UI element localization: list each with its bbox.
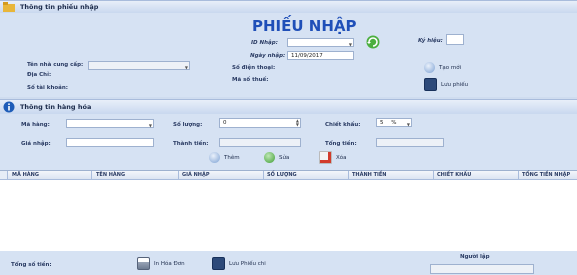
info-icon [3, 101, 15, 113]
plus-icon [209, 152, 220, 163]
chiet-khau-value: 5 [380, 120, 384, 126]
col-ten-hang[interactable]: TÊN HÀNG [96, 172, 125, 178]
save-icon [212, 257, 225, 270]
thanh-tien-label: Thành tiền: [173, 141, 209, 147]
col-so-luong[interactable]: SỐ LƯỢNG [267, 172, 297, 178]
xoa-label: Xóa [336, 154, 347, 161]
col-thanh-tien[interactable]: THÀNH TIỀN [352, 172, 386, 178]
col-tong-tien-nhap[interactable]: TỔNG TIỀN NHẬP [522, 172, 570, 178]
row-selector-column [0, 171, 8, 179]
section-header-hang-hoa: Thông tin hàng hóa [0, 99, 577, 115]
chevron-down-icon: ▼ [406, 122, 410, 127]
section-title: Thông tin hàng hóa [20, 103, 92, 111]
refresh-icon[interactable] [364, 35, 382, 49]
hang-hoa-panel: Mã hàng: ▼ Số lượng: 0 ▲ ▼ Chiết khấu: 5 … [0, 114, 577, 170]
ma-hang-select[interactable]: ▼ [66, 119, 154, 128]
tong-tien-label: Tổng tiền: [325, 141, 357, 147]
id-nhap-label: ID Nhập: [251, 40, 278, 46]
phieu-nhap-panel: PHIẾU NHẬP ID Nhập: ▼ Ngày nhập: 11/09/2… [0, 13, 577, 97]
luu-phieu-chi-button[interactable]: Lưu Phiếu chi [211, 257, 275, 270]
so-luong-stepper[interactable]: 0 ▲ ▼ [219, 118, 301, 128]
sdt-label: Số điện thoại: [232, 65, 276, 71]
ngay-nhap-field[interactable]: 11/09/2017 [287, 51, 354, 60]
chevron-down-icon: ▼ [148, 123, 152, 128]
footer-panel: Tổng số tiền: In Hóa Đơn Lưu Phiếu chi N… [0, 251, 577, 275]
chiet-khau-label: Chiết khấu: [325, 122, 361, 128]
so-tk-label: Số tài khoản: [27, 85, 68, 91]
so-luong-label: Số lượng: [173, 122, 203, 128]
tao-moi-label: Tạo mới [439, 64, 462, 71]
so-luong-value: 0 [223, 120, 227, 126]
luu-phieu-label: Lưu phiếu [441, 81, 469, 88]
them-button[interactable]: Thêm [208, 151, 252, 164]
chevron-down-icon: ▼ [348, 42, 352, 47]
them-label: Thêm [224, 154, 240, 161]
id-nhap-select[interactable]: ▼ [287, 38, 354, 47]
gia-nhap-field[interactable] [66, 138, 154, 147]
save-icon [424, 78, 437, 91]
folder-icon [3, 2, 15, 12]
spinner-arrows-icon[interactable]: ▲ ▼ [296, 119, 299, 127]
sua-button[interactable]: Sửa [263, 151, 303, 164]
ky-hieu-label: Ký hiệu: [418, 38, 443, 44]
gia-nhap-label: Giá nhập: [21, 141, 51, 147]
chiet-khau-unit: % [391, 120, 397, 126]
xoa-button[interactable]: Xóa [318, 151, 358, 164]
tong-tien-field [376, 138, 444, 147]
in-hoa-don-label: In Hóa Đơn [154, 260, 185, 267]
thanh-tien-field [219, 138, 301, 147]
ten-ncc-select[interactable]: ▼ [88, 61, 190, 70]
mst-label: Mã số thuế: [232, 77, 269, 83]
ten-ncc-label: Tên nhà cung cấp: [27, 62, 84, 68]
luu-phieu-button[interactable]: Lưu phiếu [423, 78, 475, 91]
col-ma-hang[interactable]: MÃ HÀNG [12, 172, 39, 178]
tao-moi-button[interactable]: Tạo mới [423, 61, 473, 74]
ky-hieu-field[interactable] [446, 34, 464, 45]
page-title: PHIẾU NHẬP [252, 17, 357, 35]
dia-chi-label: Địa Chỉ: [27, 72, 52, 78]
chevron-down-icon: ▼ [184, 65, 188, 70]
luu-phieu-chi-label: Lưu Phiếu chi [229, 260, 266, 267]
section-header-phieu-nhap: Thông tin phiếu nhập [0, 0, 577, 14]
in-hoa-don-button[interactable]: In Hóa Đơn [136, 257, 192, 270]
plus-icon [424, 62, 435, 73]
section-title: Thông tin phiếu nhập [20, 3, 99, 11]
chiet-khau-select[interactable]: 5 % ▼ [376, 118, 412, 127]
nguoi-lap-field [430, 264, 534, 274]
nguoi-lap-label: Người lập [460, 254, 490, 260]
delete-icon [319, 151, 332, 164]
refresh-icon [264, 152, 275, 163]
sua-label: Sửa [279, 154, 290, 161]
tong-so-tien-label: Tổng số tiền: [11, 262, 52, 268]
col-gia-nhap[interactable]: GIÁ NHẬP [182, 172, 209, 178]
printer-icon [137, 257, 150, 270]
ngay-nhap-label: Ngày nhập: [250, 53, 286, 59]
table-header: MÃ HÀNG TÊN HÀNG GIÁ NHẬP SỐ LƯỢNG THÀNH… [0, 171, 577, 180]
goods-table[interactable]: MÃ HÀNG TÊN HÀNG GIÁ NHẬP SỐ LƯỢNG THÀNH… [0, 170, 577, 251]
col-chiet-khau[interactable]: CHIẾT KHẤU [437, 172, 471, 178]
ma-hang-label: Mã hàng: [21, 122, 50, 128]
